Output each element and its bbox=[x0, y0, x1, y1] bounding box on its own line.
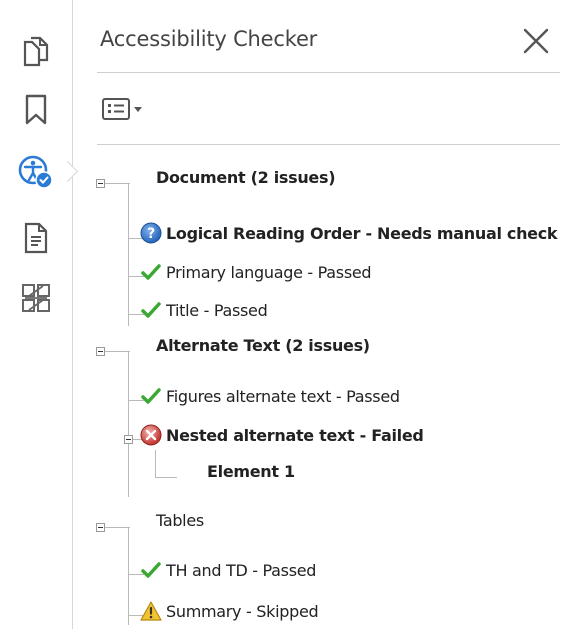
tree-group-document[interactable]: Document (2 issues) bbox=[156, 168, 336, 187]
tree-item-label: Summary - Skipped bbox=[166, 601, 319, 621]
collapse-toggle-tables[interactable] bbox=[96, 523, 105, 532]
tree-line bbox=[128, 527, 129, 625]
tree-item-figures-alternate-text[interactable]: Figures alternate text - Passed bbox=[140, 385, 400, 407]
tree-group-tables[interactable]: Tables bbox=[156, 511, 204, 530]
check-passed-icon bbox=[140, 559, 162, 581]
tree-item-label: Primary language - Passed bbox=[166, 262, 372, 282]
tree-item-label: Nested alternate text - Failed bbox=[166, 425, 424, 445]
accessibility-icon bbox=[18, 155, 53, 189]
accessibility-tool-button[interactable] bbox=[16, 152, 56, 192]
tree-item-primary-language[interactable]: Primary language - Passed bbox=[140, 261, 372, 283]
tree-group-label: Document (2 issues) bbox=[156, 168, 336, 187]
tree-line bbox=[155, 450, 156, 477]
pages-tool-button[interactable] bbox=[16, 32, 56, 72]
svg-text:?: ? bbox=[147, 226, 155, 242]
collapse-toggle-nested-alternate-text[interactable] bbox=[124, 435, 133, 444]
tree-item-label: Logical Reading Order - Needs manual che… bbox=[166, 223, 558, 243]
tree-item-label: TH and TD - Passed bbox=[166, 560, 317, 580]
collapse-toggle-alternate-text[interactable] bbox=[96, 347, 105, 356]
tree-group-label: Alternate Text (2 issues) bbox=[156, 336, 370, 355]
content-tool-button[interactable] bbox=[16, 278, 56, 318]
tree-item-label: Title - Passed bbox=[166, 300, 268, 320]
check-passed-icon bbox=[140, 385, 162, 407]
tree-item-nested-alternate-text[interactable]: Nested alternate text - Failed bbox=[140, 424, 424, 446]
results-tree: Document (2 issues) ? Logical Reading Or… bbox=[73, 0, 576, 629]
collapse-toggle-document[interactable] bbox=[96, 179, 105, 188]
help-question-icon: ? bbox=[140, 222, 162, 244]
tree-item-th-and-td[interactable]: TH and TD - Passed bbox=[140, 559, 316, 581]
tree-line bbox=[155, 477, 177, 478]
check-passed-icon bbox=[140, 299, 162, 321]
tree-group-label: Tables bbox=[156, 511, 204, 530]
warning-skipped-icon bbox=[140, 600, 162, 622]
tree-item-logical-reading-order[interactable]: ? Logical Reading Order - Needs manual c… bbox=[140, 222, 558, 244]
error-failed-icon bbox=[140, 424, 162, 446]
tree-line bbox=[128, 351, 129, 497]
tree-group-alternate-text[interactable]: Alternate Text (2 issues) bbox=[156, 336, 370, 355]
document-icon bbox=[24, 222, 48, 254]
app-window: Accessibility Checker Document (2 issues… bbox=[0, 0, 576, 629]
tree-item-label: Figures alternate text - Passed bbox=[166, 386, 400, 406]
accessibility-checker-panel: Accessibility Checker Document (2 issues… bbox=[73, 0, 576, 629]
navigation-rail bbox=[0, 0, 79, 629]
bookmarks-tool-button[interactable] bbox=[16, 90, 56, 130]
bookmark-icon bbox=[25, 94, 47, 125]
document-properties-tool-button[interactable] bbox=[16, 218, 56, 258]
pages-icon bbox=[23, 36, 49, 67]
tree-item-title[interactable]: Title - Passed bbox=[140, 299, 268, 321]
tree-line bbox=[128, 183, 129, 326]
tree-item-element-1[interactable]: Element 1 bbox=[207, 462, 295, 481]
tree-item-summary[interactable]: Summary - Skipped bbox=[140, 600, 319, 622]
content-icon bbox=[22, 284, 50, 312]
check-passed-icon bbox=[140, 261, 162, 283]
tree-item-label: Element 1 bbox=[207, 462, 295, 481]
